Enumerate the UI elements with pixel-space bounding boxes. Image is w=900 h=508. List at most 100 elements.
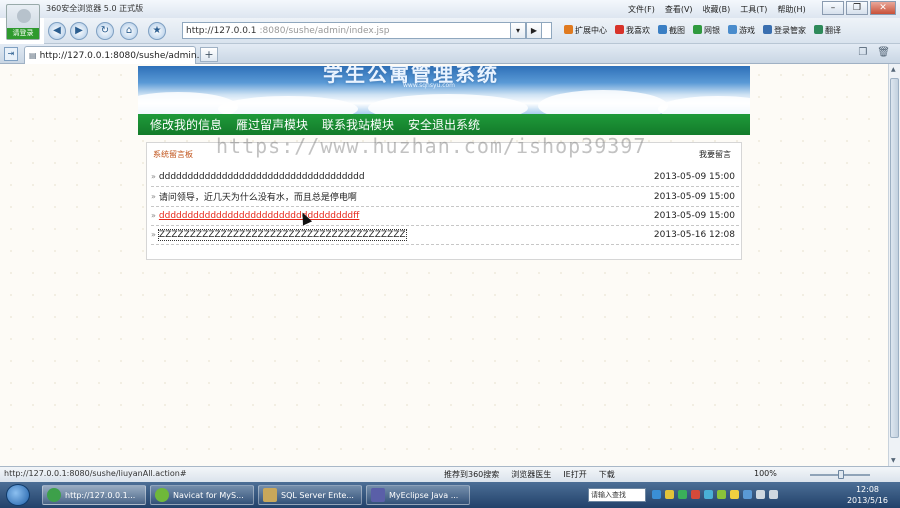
menu-tools[interactable]: 工具(T) — [740, 4, 767, 15]
clock-time: 12:08 — [855, 485, 880, 494]
panel-heading: 系统留言板 — [153, 150, 193, 159]
tab-list-icon[interactable]: ❐ — [858, 47, 867, 58]
zoom-slider-knob[interactable] — [838, 470, 844, 479]
message-title[interactable]: 请问领导，近几天为什么没有水，而且总是停电啊 — [159, 190, 357, 203]
app-title: 360安全浏览器 5.0 正式版 — [46, 4, 144, 13]
search-input[interactable]: 请输入查找 — [588, 488, 646, 502]
message-board-panel: 系统留言板 我要留言 » ddddddddddddddddddddddddddd… — [146, 142, 742, 260]
tool-login-manager[interactable]: 登录管家 — [763, 25, 806, 36]
tool-games[interactable]: 游戏 — [728, 25, 755, 36]
browser-nav-toolbar: ◀ ▶ ↻ ⌂ ★ http://127.0.0.1:8080/sushe/ad… — [44, 18, 900, 44]
nav-contact-module[interactable]: 联系我站模块 — [322, 116, 394, 133]
zoom-level[interactable]: 100% — [754, 469, 777, 478]
tool-translate[interactable]: 翻译 — [814, 25, 841, 36]
task-myeclipse[interactable]: MyEclipse Java ... — [366, 485, 470, 505]
back-icon[interactable]: ◀ — [48, 22, 66, 40]
message-title[interactable]: ddddddddddddddddddddddddddddddddddff — [159, 211, 359, 221]
tool-ebank[interactable]: 网银 — [693, 25, 720, 36]
status-ie-open[interactable]: IE打开 — [563, 469, 586, 480]
tab-title: http://127.0.0.1:8080/sushe/admin... — [39, 50, 206, 61]
scroll-down-icon[interactable]: ▼ — [891, 457, 896, 464]
restore-icon[interactable]: ❐ — [846, 1, 868, 15]
task-navicat[interactable]: Navicat for MyS... — [150, 485, 254, 505]
tab-bar-tools: ❐ 🗑 — [858, 47, 890, 58]
vertical-scrollbar[interactable]: ▲ ▼ — [888, 64, 900, 466]
tray-icon[interactable] — [665, 490, 674, 499]
myeclipse-icon — [371, 488, 385, 502]
tray-icon[interactable] — [730, 490, 739, 499]
tab-active[interactable]: ▤ http://127.0.0.1:8080/sushe/admin... ✕ — [24, 46, 216, 64]
tray-icon[interactable] — [717, 490, 726, 499]
user-avatar[interactable]: 请登录 — [6, 4, 40, 40]
heart-icon — [615, 25, 624, 34]
message-title[interactable]: ZZZZZZZZZZZZZZZZZZZZZZZZZZZZZZZZZZZZZZZZ — [157, 228, 407, 241]
address-bar[interactable]: http://127.0.0.1:8080/sushe/admin/index.… — [182, 22, 552, 39]
extension-icon — [564, 25, 573, 34]
close-icon[interactable]: ✕ — [870, 1, 896, 15]
nav-logout[interactable]: 安全退出系统 — [408, 116, 480, 133]
tray-icon[interactable] — [704, 490, 713, 499]
login-label[interactable]: 请登录 — [7, 28, 39, 39]
system-clock[interactable]: 12:08 2013/5/16 — [847, 484, 888, 506]
message-row[interactable]: » 请问领导，近几天为什么没有水，而且总是停电啊 2013-05-09 15:0… — [151, 187, 739, 207]
menu-favorites[interactable]: 收藏(B) — [703, 4, 731, 15]
cloud-shape — [218, 96, 358, 114]
minimize-icon[interactable]: – — [822, 1, 844, 15]
browser-icon — [47, 488, 61, 502]
address-host: http://127.0.0.1 — [186, 25, 257, 36]
nav-edit-my-info[interactable]: 修改我的信息 — [150, 116, 222, 133]
tool-screenshot[interactable]: 截图 — [658, 25, 685, 36]
message-date: 2013-05-09 15:00 — [653, 210, 735, 221]
navicat-icon — [155, 488, 169, 502]
message-title[interactable]: dddddddddddddddddddddddddddddddddddd — [159, 172, 365, 182]
task-sql-server[interactable]: SQL Server Ente... — [258, 485, 362, 505]
bullet-icon: » — [151, 230, 156, 239]
menu-view[interactable]: 查看(V) — [665, 4, 693, 15]
volume-icon[interactable] — [769, 490, 778, 499]
network-icon[interactable] — [756, 490, 765, 499]
message-date: 2013-05-09 15:00 — [653, 191, 735, 202]
clock-date: 2013/5/16 — [846, 496, 888, 505]
go-icon[interactable]: ▶ — [526, 22, 542, 39]
key-icon — [763, 25, 772, 34]
avatar-head-icon — [17, 9, 31, 23]
gamepad-icon — [728, 25, 737, 34]
nav-message-module[interactable]: 雁过留声模块 — [236, 116, 308, 133]
message-row[interactable]: » ddddddddddddddddddddddddddddddddddff 2… — [151, 206, 739, 226]
menu-file[interactable]: 文件(F) — [628, 4, 655, 15]
tool-extension-center[interactable]: 扩展中心 — [564, 25, 607, 36]
task-browser[interactable]: http://127.0.0.1... — [42, 485, 146, 505]
new-tab-icon[interactable]: + — [200, 47, 218, 62]
site-url: www.sqnsyu.com — [403, 82, 456, 89]
cloud-shape — [538, 90, 668, 114]
tool-like[interactable]: 我喜欢 — [615, 25, 650, 36]
message-row[interactable]: » dddddddddddddddddddddddddddddddddddd 2… — [151, 167, 739, 187]
address-path: :8080/sushe/admin/index.jsp — [259, 25, 390, 36]
refresh-icon[interactable]: ↻ — [96, 22, 114, 40]
bank-icon — [693, 25, 702, 34]
scroll-thumb[interactable] — [890, 78, 899, 438]
tray-icon[interactable] — [678, 490, 687, 499]
leave-message-link[interactable]: 我要留言 — [699, 149, 731, 160]
message-row[interactable]: » ZZZZZZZZZZZZZZZZZZZZZZZZZZZZZZZZZZZZZZ… — [151, 225, 739, 245]
browser-menu-bar: 文件(F) 查看(V) 收藏(B) 工具(T) 帮助(H) — [628, 4, 806, 15]
favorite-star-icon[interactable]: ★ — [148, 22, 166, 40]
address-dropdown-icon[interactable]: ▾ — [510, 22, 526, 39]
tray-icon[interactable] — [691, 490, 700, 499]
start-button-icon[interactable] — [6, 484, 30, 506]
browser-status-bar: http://127.0.0.1:8080/sushe/liuyanAll.ac… — [0, 466, 900, 482]
tray-icon[interactable] — [743, 490, 752, 499]
status-recommend-search[interactable]: 推荐到360搜索 — [444, 469, 499, 480]
home-icon[interactable]: ⌂ — [120, 22, 138, 40]
scroll-up-icon[interactable]: ▲ — [891, 66, 896, 73]
sql-server-icon — [263, 488, 277, 502]
bullet-icon: » — [151, 211, 156, 220]
trash-icon[interactable]: 🗑 — [877, 47, 890, 58]
status-browser-doctor[interactable]: 浏览器医生 — [511, 469, 551, 480]
sidebar-toggle-icon[interactable]: ⇥ — [4, 47, 18, 61]
tray-icon[interactable] — [652, 490, 661, 499]
cloud-shape — [368, 94, 528, 114]
status-download[interactable]: 下载 — [599, 469, 615, 480]
forward-icon[interactable]: ▶ — [70, 22, 88, 40]
menu-help[interactable]: 帮助(H) — [777, 4, 805, 15]
